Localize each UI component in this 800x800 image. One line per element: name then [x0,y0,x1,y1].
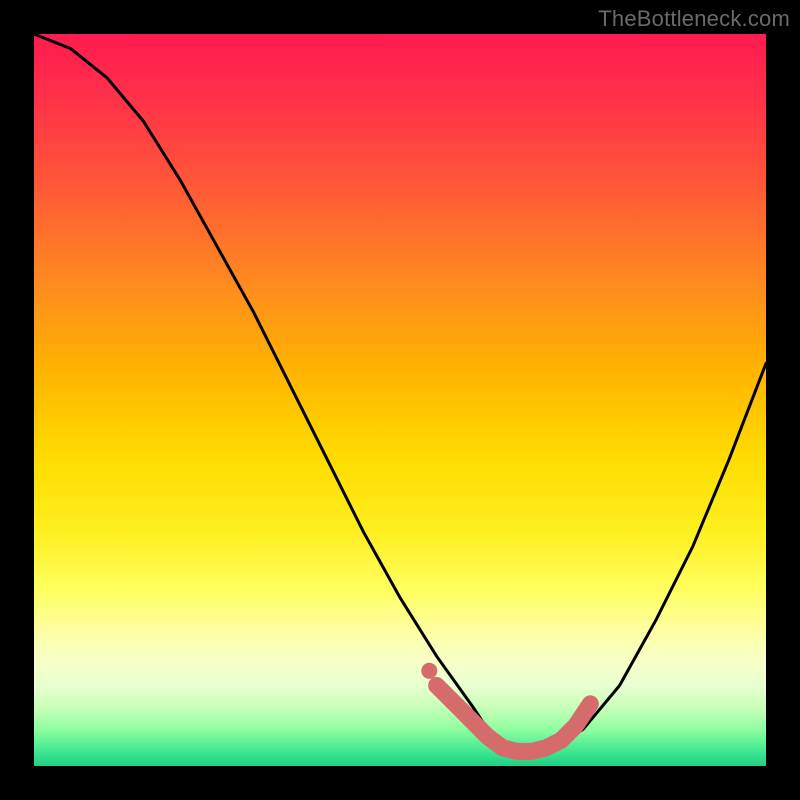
watermark-text: TheBottleneck.com [598,6,790,32]
highlight-segment [437,686,591,752]
highlight-dot [421,663,437,679]
plot-area [34,34,766,766]
chart-frame: TheBottleneck.com [0,0,800,800]
bottleneck-curve [34,34,766,751]
highlight-dot [436,685,452,701]
bottleneck-curve-svg [34,34,766,766]
